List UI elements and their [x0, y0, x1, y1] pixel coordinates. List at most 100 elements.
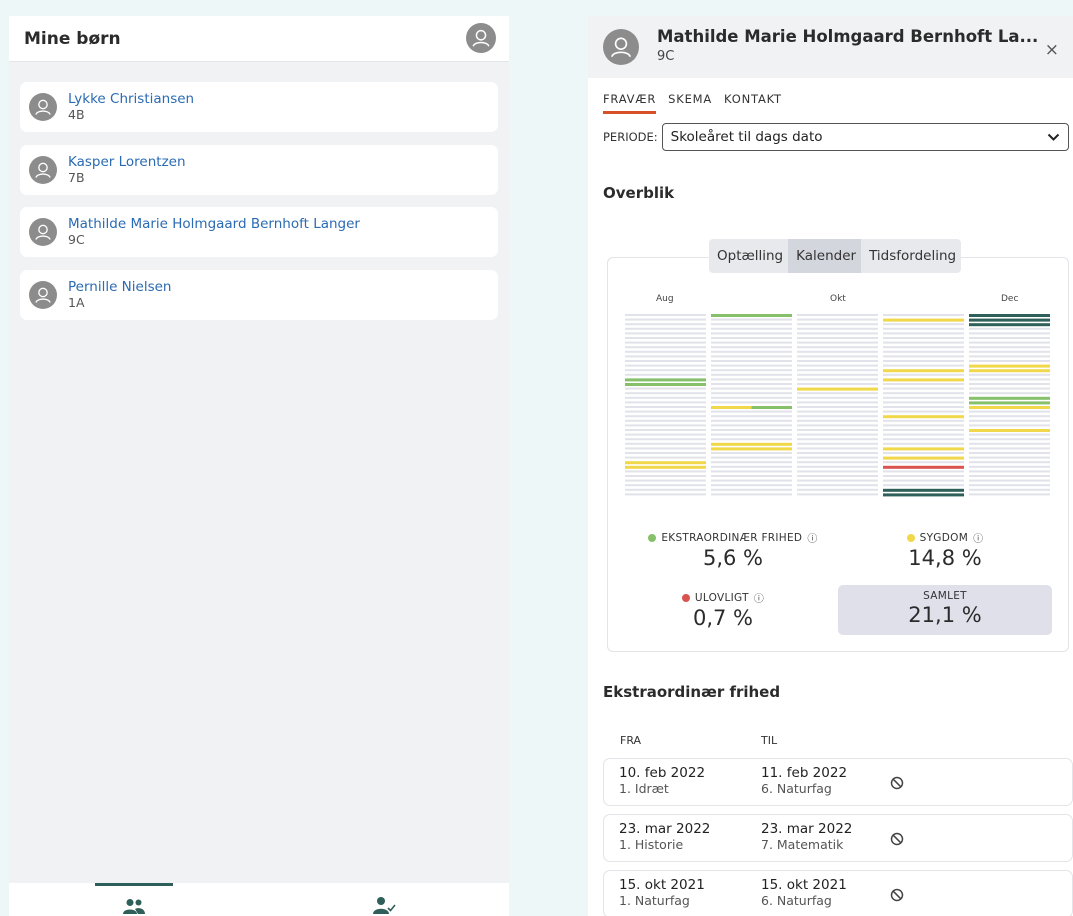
ekstra-heading: Ekstraordinær frihed	[603, 683, 781, 701]
calendar-day-bar	[969, 323, 1050, 327]
child-item[interactable]: Lykke Christiansen 4B	[20, 82, 498, 132]
child-full-name: Mathilde Marie Holmgaard Bernhoft La...	[657, 27, 1039, 46]
calendar-day-bar	[711, 378, 792, 381]
calendar-day-bar	[711, 323, 792, 326]
calendar-months: Aug Okt Dec	[608, 294, 1068, 308]
calendar-day-bar	[969, 364, 1050, 368]
calendar-day-bar	[797, 392, 878, 395]
calendar-day-bar	[711, 447, 792, 451]
child-item[interactable]: Pernille Nielsen 1A	[20, 269, 498, 320]
calendar-day-bar	[797, 470, 878, 473]
stat-samlet-label: SAMLET	[923, 590, 967, 602]
calendar-day-bar	[969, 424, 1050, 427]
calendar-day-bar	[883, 475, 964, 477]
calendar-day-bar	[625, 465, 706, 469]
calendar-day-bar	[711, 341, 792, 344]
calendar-day-bar	[625, 461, 706, 465]
user-icon	[35, 99, 51, 115]
calendar-day-bar	[711, 488, 792, 491]
red-dot	[681, 593, 690, 602]
child-name[interactable]: Mathilde Marie Holmgaard Bernhoft Langer	[68, 216, 360, 232]
stat-ulovligt: ULOVLIGT ⓘ 0,7 %	[658, 590, 788, 630]
view-kalender[interactable]: Kalender	[788, 239, 862, 273]
calendar-day-bar	[883, 346, 964, 349]
calendar-day-bar	[883, 387, 964, 390]
calendar-day-bar	[797, 406, 878, 408]
tab-kontakt[interactable]: KONTAKT	[724, 92, 782, 114]
child-item[interactable]: Mathilde Marie Holmgaard Bernhoft Langer…	[20, 207, 498, 257]
periode-select[interactable]: Skoleåret til dags dato	[661, 123, 1069, 151]
calendar-day-bar	[711, 392, 792, 395]
calendar-day-bar	[969, 406, 1050, 409]
absence-calendar	[625, 314, 1050, 497]
calendar-day-bar	[711, 424, 792, 427]
help-icon[interactable]: ⓘ	[973, 530, 983, 545]
calendar-day-bar	[969, 479, 1050, 482]
tab-skema[interactable]: SKEMA	[668, 92, 712, 114]
detail-tabs: FRAVÆR SKEMA KONTAKT	[588, 78, 1073, 114]
table-row[interactable]: 15. okt 2021 1. Naturfag 15. okt 2021 6.…	[603, 870, 1073, 916]
table-row[interactable]: 23. mar 2022 1. Historie 23. mar 2022 7.…	[603, 814, 1073, 862]
calendar-day-bar	[797, 332, 878, 335]
calendar-day-bar	[797, 341, 878, 344]
calendar-day-bar	[883, 337, 964, 339]
calendar-day-bar	[625, 323, 706, 326]
page-title: Mine børn	[24, 28, 121, 49]
child-item[interactable]: Kasper Lorentzen 7B	[20, 144, 498, 195]
view-toggle: Optælling Kalender Tidsfordeling	[709, 239, 962, 273]
calendar-day-bar	[969, 392, 1050, 395]
ban-icon[interactable]	[890, 776, 904, 790]
user-icon	[35, 224, 51, 240]
child-class: 9C	[68, 232, 85, 247]
from-date: 10. feb 2022	[619, 765, 706, 781]
calendar-day-bar	[625, 410, 706, 413]
view-tidsfordeling[interactable]: Tidsfordeling	[861, 239, 961, 273]
calendar-day-bar	[711, 429, 792, 431]
calendar-day-bar	[711, 401, 792, 404]
tab-fravaer[interactable]: FRAVÆR	[603, 92, 657, 114]
nav-tab-attendance[interactable]	[259, 883, 509, 916]
calendar-day-bar	[969, 461, 1050, 464]
view-optaelling[interactable]: Optælling	[709, 239, 788, 273]
child-name[interactable]: Pernille Nielsen	[68, 279, 172, 295]
child-name[interactable]: Lykke Christiansen	[68, 91, 194, 107]
children-header: Mine børn	[9, 16, 509, 62]
calendar-day-bar	[625, 452, 706, 454]
calendar-day-bar	[797, 396, 878, 399]
calendar-day-bar	[797, 424, 878, 427]
calendar-day-bar	[969, 355, 1050, 358]
calendar-day-bar	[883, 415, 964, 419]
calendar-day-bar	[711, 396, 792, 399]
stat-sygdom-label: SYGDOM	[919, 531, 969, 544]
calendar-day-bar	[797, 373, 878, 376]
calendar-day-bar	[883, 461, 964, 464]
children-panel: Mine børn Lykke Christiansen 4B Kasper L…	[9, 16, 509, 916]
nav-tab-children[interactable]	[9, 883, 259, 916]
calendar-day-bar	[625, 392, 706, 395]
calendar-day-bar	[711, 327, 792, 330]
calendar-day-bar	[883, 369, 964, 373]
calendar-day-bar	[969, 401, 1050, 405]
calendar-day-bar	[711, 337, 792, 339]
calendar-day-bar	[625, 396, 706, 399]
child-class: 9C	[657, 49, 675, 64]
help-icon[interactable]: ⓘ	[807, 530, 817, 545]
profile-avatar[interactable]	[466, 23, 496, 53]
calendar-day-bar	[625, 406, 706, 408]
close-icon[interactable]: ×	[1045, 40, 1059, 60]
ban-icon[interactable]	[890, 888, 904, 902]
calendar-day-bar	[625, 327, 706, 330]
calendar-day-bar	[969, 369, 1050, 373]
child-name[interactable]: Kasper Lorentzen	[68, 154, 186, 170]
table-row[interactable]: 10. feb 2022 1. Idræt 11. feb 2022 6. Na…	[603, 758, 1073, 806]
calendar-day-bar	[969, 452, 1050, 454]
calendar-day-bar	[711, 419, 792, 422]
calendar-day-bar	[711, 350, 792, 353]
help-icon[interactable]: ⓘ	[754, 590, 764, 605]
from-date: 15. okt 2021	[619, 877, 705, 893]
ban-icon[interactable]	[890, 832, 904, 846]
calendar-day-bar	[797, 360, 878, 362]
calendar-day-bar	[883, 401, 964, 404]
calendar-day-bar	[625, 475, 706, 477]
child-class: 1A	[68, 294, 85, 310]
